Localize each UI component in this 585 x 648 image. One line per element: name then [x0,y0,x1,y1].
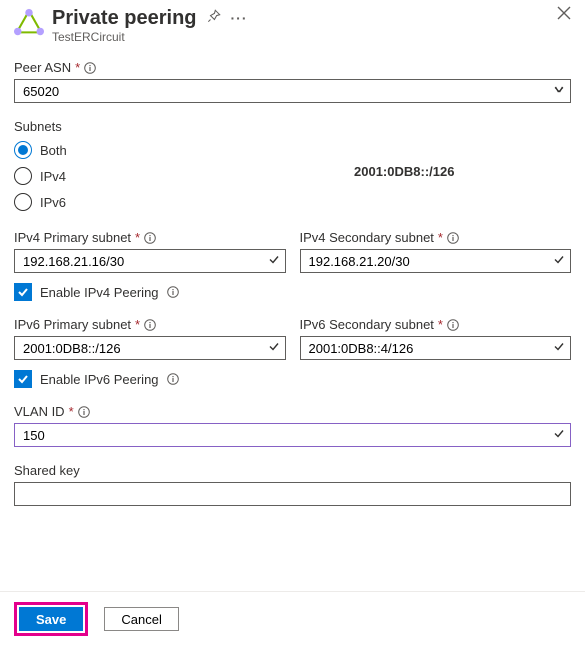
required-indicator: * [135,230,140,245]
radio-label: IPv6 [40,195,66,210]
radio-label: IPv4 [40,169,66,184]
radio-icon [14,141,32,159]
info-icon[interactable] [78,406,90,418]
blade-subtitle: TestERCircuit [52,30,571,44]
ipv4-secondary-input[interactable] [300,249,572,273]
peer-asn-label: Peer ASN [14,60,71,75]
required-indicator: * [75,60,80,75]
blade-footer: Save Cancel [0,591,585,648]
ipv4-primary-input[interactable] [14,249,286,273]
ipv6-primary-input[interactable] [14,336,286,360]
required-indicator: * [69,404,74,419]
radio-icon [14,193,32,211]
ipv6-primary-label: IPv6 Primary subnet [14,317,131,332]
subnets-radio-ipv6[interactable]: IPv6 [14,190,571,214]
vlan-id-input[interactable] [14,423,571,447]
info-icon[interactable] [84,62,96,74]
radio-label: Both [40,143,67,158]
annotation-highlight: Save [14,602,88,636]
checkbox-checked-icon [14,370,32,388]
info-icon[interactable] [144,319,156,331]
peering-service-icon [14,8,44,38]
required-indicator: * [438,230,443,245]
checkbox-checked-icon [14,283,32,301]
radio-icon [14,167,32,185]
ipv4-primary-label: IPv4 Primary subnet [14,230,131,245]
info-icon[interactable] [144,232,156,244]
checkbox-label: Enable IPv6 Peering [40,372,159,387]
shared-key-label: Shared key [14,463,80,478]
more-icon[interactable]: ··· [231,6,248,30]
vlan-id-label: VLAN ID [14,404,65,419]
pin-icon[interactable] [207,6,221,30]
info-icon[interactable] [167,286,179,298]
shared-key-input[interactable] [14,482,571,506]
enable-ipv4-checkbox[interactable]: Enable IPv4 Peering [14,283,571,301]
save-button[interactable]: Save [19,607,83,631]
blade-title: Private peering [52,6,197,30]
cancel-button[interactable]: Cancel [104,607,178,631]
peer-asn-input[interactable] [14,79,571,103]
required-indicator: * [135,317,140,332]
enable-ipv6-checkbox[interactable]: Enable IPv6 Peering [14,370,571,388]
ipv4-secondary-label: IPv4 Secondary subnet [300,230,434,245]
info-icon[interactable] [447,232,459,244]
info-icon[interactable] [447,319,459,331]
close-icon[interactable] [557,6,571,25]
ipv6-secondary-label: IPv6 Secondary subnet [300,317,434,332]
required-indicator: * [438,317,443,332]
checkbox-label: Enable IPv4 Peering [40,285,159,300]
info-icon[interactable] [167,373,179,385]
subnets-radio-ipv4[interactable]: IPv4 2001:0DB8::/126 [14,164,571,188]
blade-header: Private peering ··· TestERCircuit [14,0,571,60]
subnets-label: Subnets [14,119,62,134]
ipv6-secondary-input[interactable] [300,336,572,360]
subnets-radio-both[interactable]: Both [14,138,571,162]
ipv6-hint-text: 2001:0DB8::/126 [354,164,454,179]
